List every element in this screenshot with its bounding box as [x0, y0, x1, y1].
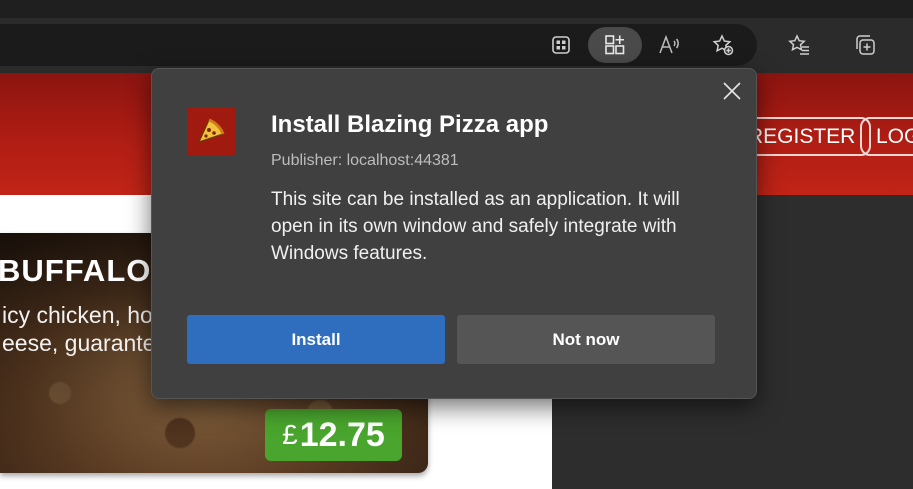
read-aloud-icon[interactable] [651, 27, 687, 63]
app-tiles-icon[interactable] [543, 27, 579, 63]
dialog-description: This site can be installed as an applica… [271, 189, 680, 264]
login-button[interactable]: LOG [860, 117, 913, 156]
install-app-icon[interactable] [588, 27, 642, 63]
add-favorite-icon[interactable] [705, 27, 741, 63]
pizza-slice-icon [187, 107, 235, 155]
browser-window: REGISTER LOG BUFFALO CH icy chicken, ho … [0, 0, 913, 489]
title-bar [0, 0, 913, 18]
pizza-description-line: icy chicken, ho [2, 302, 153, 328]
browser-toolbar [0, 18, 913, 73]
pizza-description-line: eese, guarante [2, 330, 156, 356]
dialog-publisher: Publisher: localhost:44381 [271, 152, 459, 169]
favorites-icon[interactable] [781, 27, 817, 63]
close-icon[interactable] [720, 79, 744, 103]
price-currency: £ [282, 419, 298, 450]
collections-icon[interactable] [847, 27, 883, 63]
price-badge: £ 12.75 [265, 409, 402, 461]
not-now-button[interactable]: Not now [457, 315, 715, 364]
install-button[interactable]: Install [187, 315, 445, 364]
dialog-title: Install Blazing Pizza app [271, 111, 549, 138]
address-bar[interactable] [0, 24, 757, 66]
price-value: 12.75 [299, 415, 385, 454]
install-app-dialog: Install Blazing Pizza app Publisher: loc… [151, 68, 757, 399]
pizza-description: icy chicken, ho eese, guarante [2, 301, 155, 357]
